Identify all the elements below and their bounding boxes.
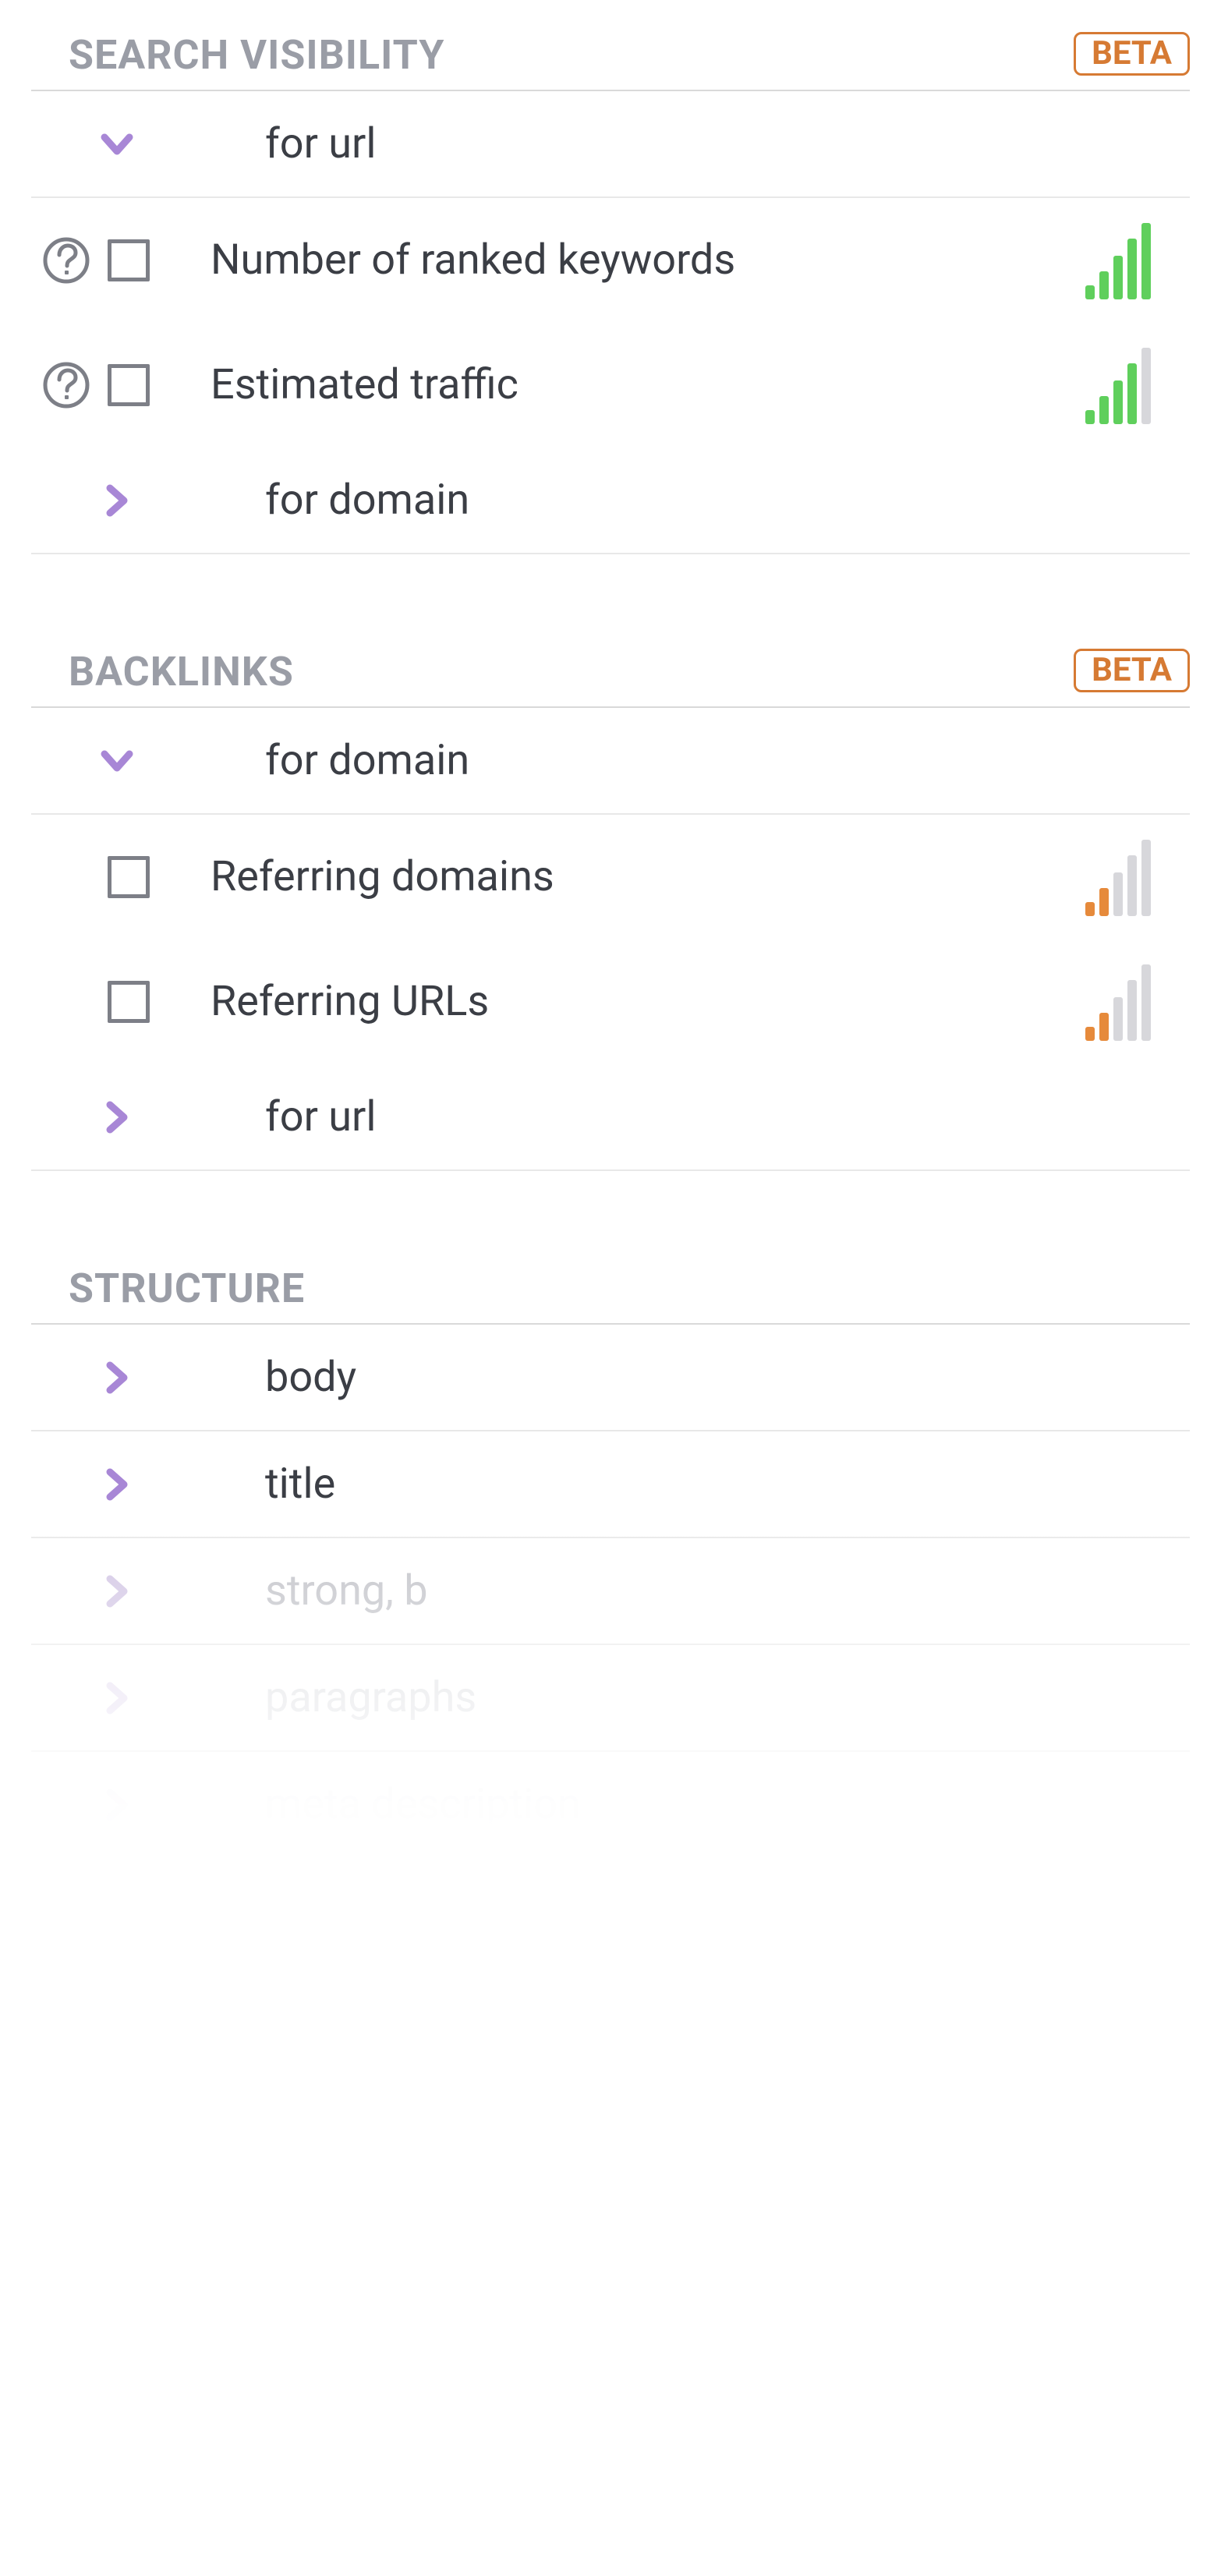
checkbox-estimated-traffic[interactable] xyxy=(108,364,150,406)
structure-item-body[interactable]: body xyxy=(31,1325,1190,1431)
search-visibility-for-url-toggle[interactable]: for url xyxy=(31,91,1190,198)
beta-badge: BETA xyxy=(1074,649,1190,692)
help-icon[interactable] xyxy=(42,236,90,285)
backlinks-for-domain-toggle[interactable]: for domain xyxy=(31,708,1190,815)
chevron-right-icon xyxy=(94,1575,140,1608)
metric-label: Referring domains xyxy=(164,852,1065,903)
section-title: SEARCH VISIBILITY xyxy=(69,31,444,79)
search-visibility-for-domain-toggle[interactable]: for domain xyxy=(31,448,1190,554)
structure-label: title xyxy=(265,1460,335,1509)
chevron-down-icon xyxy=(94,128,140,161)
chevron-right-icon xyxy=(94,1682,140,1714)
signal-bars-icon xyxy=(1085,963,1151,1041)
expand-label: for url xyxy=(265,1092,376,1141)
chevron-down-icon xyxy=(94,745,140,777)
checkbox-referring-domains[interactable] xyxy=(108,856,150,898)
structure-label: paragraphs xyxy=(265,1673,476,1722)
structure-item-strong-b[interactable]: strong, b xyxy=(31,1538,1190,1645)
metric-label: Estimated traffic xyxy=(164,360,1065,411)
beta-badge: BETA xyxy=(1074,32,1190,76)
signal-bars-icon xyxy=(1085,221,1151,299)
metric-row-ranked-keywords: Number of ranked keywords xyxy=(31,198,1190,323)
chevron-right-icon xyxy=(94,1361,140,1394)
chevron-right-icon xyxy=(94,1468,140,1501)
signal-bars-icon xyxy=(1085,346,1151,424)
structure-item-paragraphs[interactable]: paragraphs xyxy=(31,1645,1190,1752)
section-header-backlinks: BACKLINKS BETA xyxy=(31,648,1190,708)
chevron-right-icon xyxy=(94,484,140,517)
expand-label: for url xyxy=(265,119,376,168)
checkbox-referring-urls[interactable] xyxy=(108,981,150,1023)
section-title: STRUCTURE xyxy=(69,1265,305,1312)
metric-label: Referring URLs xyxy=(164,977,1065,1028)
metric-label: Number of ranked keywords xyxy=(164,235,1065,286)
expand-label: for domain xyxy=(265,736,469,785)
structure-item-meta-description[interactable]: meta description xyxy=(31,1752,1190,1857)
help-icon[interactable] xyxy=(42,361,90,409)
metric-row-referring-urls: Referring URLs xyxy=(31,939,1190,1064)
metric-row-referring-domains: Referring domains xyxy=(31,815,1190,939)
signal-bars-icon xyxy=(1085,838,1151,916)
section-header-structure: STRUCTURE xyxy=(31,1265,1190,1325)
structure-item-title[interactable]: title xyxy=(31,1431,1190,1538)
structure-label: strong, b xyxy=(265,1566,428,1615)
backlinks-for-url-toggle[interactable]: for url xyxy=(31,1064,1190,1171)
section-header-search-visibility: SEARCH VISIBILITY BETA xyxy=(31,31,1190,91)
metric-row-estimated-traffic: Estimated traffic xyxy=(31,323,1190,448)
structure-label: body xyxy=(265,1353,356,1402)
expand-label: for domain xyxy=(265,476,469,525)
section-title: BACKLINKS xyxy=(69,648,294,695)
chevron-right-icon xyxy=(94,1101,140,1134)
structure-label: meta description xyxy=(265,1780,581,1829)
chevron-right-icon xyxy=(94,1789,140,1821)
checkbox-ranked-keywords[interactable] xyxy=(108,239,150,281)
